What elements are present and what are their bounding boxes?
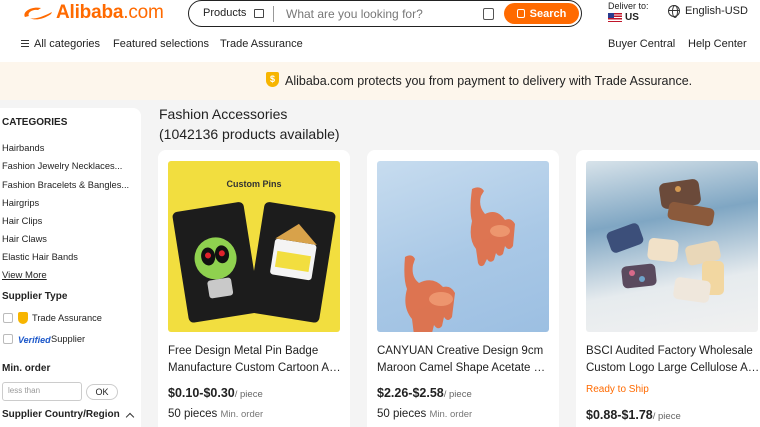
product-image[interactable] <box>586 161 758 332</box>
search-category-dropdown[interactable]: Products <box>203 7 265 19</box>
price-unit: / piece <box>652 411 681 422</box>
chevron-up-icon[interactable] <box>125 412 135 422</box>
price-range: $2.26-$2.58 <box>377 386 444 400</box>
product-title-line[interactable]: BSCI Audited Factory Wholesale <box>586 343 760 360</box>
supplier-type-title: Supplier Type <box>2 291 68 302</box>
logo-domain: .com <box>123 2 164 23</box>
nav-help-center[interactable]: Help Center <box>688 38 747 50</box>
filter-sidebar: CATEGORIES Hairbands Fashion Jewelry Nec… <box>0 108 141 427</box>
min-order-ok-button[interactable]: OK <box>86 384 118 400</box>
category-item[interactable]: Hair Claws <box>2 234 136 244</box>
search-bar: Products Search <box>188 0 582 27</box>
alibaba-logo-mark-icon <box>24 7 52 20</box>
pin-badges-illustration: Custom Pins <box>172 179 336 323</box>
deliver-to-selector[interactable]: Deliver to: US <box>608 1 649 23</box>
product-title-line[interactable]: Manufacture Custom Cartoon Anime <box>168 360 344 377</box>
trade-assurance-banner[interactable]: $ Alibaba.com protects you from payment … <box>0 62 760 100</box>
categories-title: CATEGORIES <box>2 117 68 128</box>
nav-featured-selections[interactable]: Featured selections <box>113 38 209 50</box>
product-price: $0.10-$0.30/ piece <box>168 386 263 400</box>
globe-icon <box>668 5 680 18</box>
category-toggle-icon <box>254 8 265 18</box>
deliver-to-label: Deliver to: <box>608 1 649 11</box>
product-image[interactable]: Custom Pins <box>168 161 340 332</box>
min-order-title: Min. order <box>2 363 51 374</box>
image-search-icon[interactable] <box>483 8 494 20</box>
price-unit: / piece <box>234 389 263 400</box>
price-range: $0.10-$0.30 <box>168 386 235 400</box>
product-title-line[interactable]: Free Design Metal Pin Badge <box>168 343 344 360</box>
product-moq: 50 pieces Min. order <box>377 408 472 420</box>
moq-label: Min. order <box>220 409 264 420</box>
price-unit: / piece <box>443 389 472 400</box>
language-currency-selector[interactable]: English-USD <box>668 5 748 18</box>
deliver-to-country: US <box>625 12 639 23</box>
category-item[interactable]: Hair Clips <box>2 216 136 226</box>
hair-claws-illustration <box>606 179 724 303</box>
top-header: Alibaba.com Products Search Deliver to: … <box>0 0 760 62</box>
trade-assurance-banner-text: Alibaba.com protects you from payment to… <box>285 74 693 88</box>
product-moq: 50 pieces Min. order <box>168 408 263 420</box>
category-item[interactable]: Fashion Bracelets & Bangles... <box>2 180 136 190</box>
trade-assurance-option-label: Trade Assurance <box>32 313 102 323</box>
trade-assurance-icon <box>18 312 28 324</box>
product-image[interactable] <box>377 161 549 332</box>
category-item[interactable]: Elastic Hair Bands <box>2 252 136 262</box>
camel-claws-illustration <box>404 187 515 332</box>
category-item[interactable]: Hairbands <box>2 143 136 153</box>
us-flag-icon <box>608 13 622 22</box>
product-price: $0.88-$1.78/ piece <box>586 408 681 422</box>
verified-supplier-checkbox[interactable] <box>3 334 13 344</box>
search-divider <box>273 6 274 22</box>
nav-all-categories[interactable]: All categories <box>34 38 100 50</box>
view-more-link[interactable]: View More <box>2 270 47 281</box>
trade-assurance-shield-icon: $ <box>266 72 279 87</box>
ready-to-ship-badge: Ready to Ship <box>586 384 649 395</box>
moq-label: Min. order <box>429 409 473 420</box>
logo-text: Alibaba <box>56 2 124 23</box>
price-range: $0.88-$1.78 <box>586 408 653 422</box>
min-order-input[interactable]: less than <box>2 382 82 401</box>
product-count: (1042136 products available) <box>159 126 340 142</box>
menu-icon <box>21 40 29 47</box>
verified-supplier-label: Supplier <box>51 334 86 344</box>
product-card[interactable]: BSCI Audited Factory Wholesale Custom Lo… <box>576 150 760 427</box>
top-nav: All categories Featured selections Trade… <box>0 38 760 52</box>
page-title: Fashion Accessories <box>159 106 288 122</box>
search-input[interactable] <box>286 5 471 23</box>
image-caption: Custom Pins <box>226 179 281 189</box>
product-price: $2.26-$2.58/ piece <box>377 386 472 400</box>
product-card[interactable]: Custom Pins Free Design Metal Pin Badge … <box>158 150 350 427</box>
search-icon <box>516 9 525 18</box>
search-button-label: Search <box>529 7 567 20</box>
supplier-country-title: Supplier Country/Region <box>2 409 120 420</box>
category-item[interactable]: Fashion Jewelry Necklaces... <box>2 161 136 171</box>
nav-buyer-central[interactable]: Buyer Central <box>608 38 675 50</box>
search-category-label: Products <box>203 7 247 19</box>
moq-value: 50 pieces <box>168 408 218 420</box>
product-title-line[interactable]: CANYUAN Creative Design 9cm <box>377 343 553 360</box>
category-item[interactable]: Hairgrips <box>2 198 136 208</box>
trade-assurance-checkbox[interactable] <box>3 313 13 323</box>
alibaba-logo[interactable]: Alibaba.com <box>22 2 164 24</box>
search-button[interactable]: Search <box>504 3 579 24</box>
language-currency-label: English-USD <box>685 5 748 17</box>
product-title-line[interactable]: Custom Logo Large Cellulose Acetate <box>586 360 760 377</box>
nav-trade-assurance[interactable]: Trade Assurance <box>220 38 303 50</box>
verified-badge-icon: Verified <box>18 335 51 345</box>
moq-value: 50 pieces <box>377 408 427 420</box>
product-card[interactable]: CANYUAN Creative Design 9cm Maroon Camel… <box>367 150 559 427</box>
product-title-line[interactable]: Maroon Camel Shape Acetate Hair <box>377 360 553 377</box>
